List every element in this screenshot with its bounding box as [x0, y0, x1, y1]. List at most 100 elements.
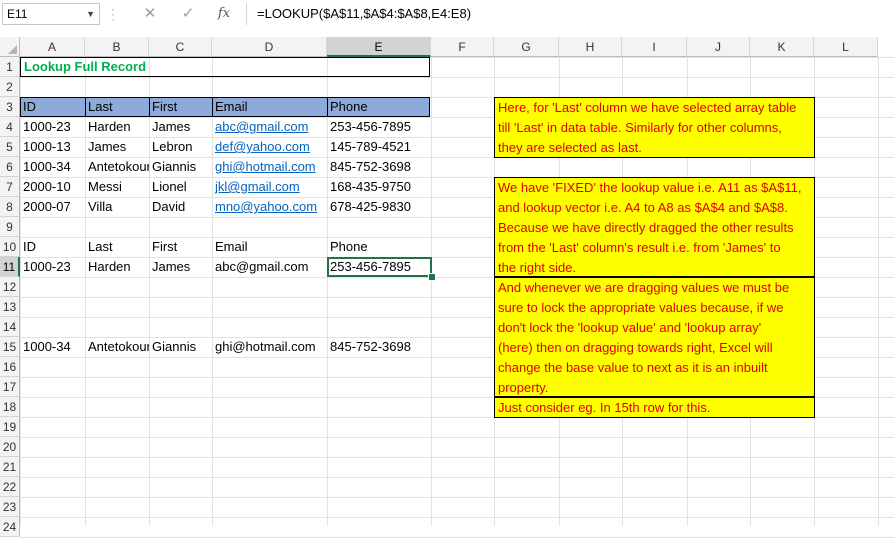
result-cell-last[interactable]: Antetokoun — [85, 337, 149, 357]
note-line: they are selected as last. — [498, 140, 642, 155]
formula-bar: E11 ▼ · · · ✕ ✓ fx =LOOKUP($A$11,$A$4:$A$8… — [0, 0, 894, 31]
table-cell-id[interactable]: 1000-23 — [20, 117, 85, 137]
header-phone[interactable]: Phone — [327, 97, 431, 117]
table-cell-email[interactable]: mno@yahoo.com — [212, 197, 327, 217]
table-cell-email[interactable]: def@yahoo.com — [212, 137, 327, 157]
row-header-14[interactable]: 14 — [0, 317, 20, 337]
note-line: don't lock the 'lookup value' and 'looku… — [498, 320, 762, 335]
header-id[interactable]: ID — [20, 97, 85, 117]
column-header-b[interactable]: B — [85, 37, 149, 57]
row-header-9[interactable]: 9 — [0, 217, 20, 237]
row-header-11[interactable]: 11 — [0, 257, 20, 277]
row-header-17[interactable]: 17 — [0, 377, 20, 397]
result-header-id[interactable]: ID — [20, 237, 85, 257]
row-header-3[interactable]: 3 — [0, 97, 20, 117]
column-header-f[interactable]: F — [431, 37, 494, 57]
note-line: till 'Last' in data table. Similarly for… — [498, 120, 782, 135]
column-header-g[interactable]: G — [494, 37, 559, 57]
result-header-last[interactable]: Last — [85, 237, 149, 257]
column-header-k[interactable]: K — [750, 37, 814, 57]
row-header-19[interactable]: 19 — [0, 417, 20, 437]
result-cell-id[interactable]: 1000-34 — [20, 337, 85, 357]
column-header-i[interactable]: I — [622, 37, 687, 57]
row-header-20[interactable]: 20 — [0, 437, 20, 457]
insert-function-icon[interactable]: fx — [214, 4, 234, 24]
cancel-icon[interactable]: ✕ — [140, 4, 160, 24]
column-header-h[interactable]: H — [559, 37, 622, 57]
result-header-phone[interactable]: Phone — [327, 237, 431, 257]
table-cell-id[interactable]: 2000-10 — [20, 177, 85, 197]
note-box-4: Just consider eg. In 15th row for this. — [494, 397, 815, 418]
table-cell-first[interactable]: James — [149, 117, 212, 137]
column-header-d[interactable]: D — [212, 37, 327, 57]
table-cell-phone[interactable]: 168-435-9750 — [327, 177, 431, 197]
table-cell-email[interactable]: jkl@gmail.com — [212, 177, 327, 197]
result-cell-last[interactable]: Harden — [85, 257, 149, 277]
note-line: and lookup vector i.e. A4 to A8 as $A$4 … — [498, 200, 788, 215]
formula-input[interactable]: =LOOKUP($A$11,$A$4:$A$8,E4:E8) — [246, 3, 892, 25]
row-header-24[interactable]: 24 — [0, 517, 20, 537]
chevron-down-icon[interactable]: ▼ — [86, 4, 95, 24]
enter-icon[interactable]: ✓ — [178, 4, 198, 24]
active-cell-selection[interactable] — [327, 257, 432, 277]
note-line: And whenever we are dragging values we m… — [498, 280, 790, 295]
name-box[interactable]: E11 ▼ — [2, 3, 100, 25]
row-header-6[interactable]: 6 — [0, 157, 20, 177]
result-cell-first[interactable]: James — [149, 257, 212, 277]
table-cell-phone[interactable]: 678-425-9830 — [327, 197, 431, 217]
sheet-title[interactable]: Lookup Full Record — [20, 57, 430, 77]
note-line: from the 'Last' column's result i.e. fro… — [498, 240, 781, 255]
table-cell-last[interactable]: James — [85, 137, 149, 157]
fill-handle[interactable] — [428, 273, 436, 281]
row-header-13[interactable]: 13 — [0, 297, 20, 317]
result-header-first[interactable]: First — [149, 237, 212, 257]
table-cell-first[interactable]: Giannis — [149, 157, 212, 177]
row-header-12[interactable]: 12 — [0, 277, 20, 297]
table-cell-phone[interactable]: 145-789-4521 — [327, 137, 431, 157]
row-header-23[interactable]: 23 — [0, 497, 20, 517]
note-box-3: And whenever we are dragging values we m… — [494, 277, 815, 397]
table-cell-first[interactable]: David — [149, 197, 212, 217]
table-cell-id[interactable]: 2000-07 — [20, 197, 85, 217]
row-header-4[interactable]: 4 — [0, 117, 20, 137]
table-cell-id[interactable]: 1000-13 — [20, 137, 85, 157]
row-header-21[interactable]: 21 — [0, 457, 20, 477]
column-header-e[interactable]: E — [327, 37, 431, 57]
note-box-1: Here, for 'Last' column we have selected… — [494, 97, 815, 158]
result-cell-email[interactable]: abc@gmail.com — [212, 257, 327, 277]
column-header-j[interactable]: J — [687, 37, 750, 57]
row-header-10[interactable]: 10 — [0, 237, 20, 257]
table-cell-first[interactable]: Lionel — [149, 177, 212, 197]
result-cell-email[interactable]: ghi@hotmail.com — [212, 337, 327, 357]
table-cell-email[interactable]: abc@gmail.com — [212, 117, 327, 137]
table-cell-first[interactable]: Lebron — [149, 137, 212, 157]
select-all-button[interactable] — [0, 37, 20, 57]
table-cell-phone[interactable]: 253-456-7895 — [327, 117, 431, 137]
result-cell-first[interactable]: Giannis — [149, 337, 212, 357]
table-cell-last[interactable]: Villa — [85, 197, 149, 217]
row-header-8[interactable]: 8 — [0, 197, 20, 217]
table-cell-id[interactable]: 1000-34 — [20, 157, 85, 177]
table-cell-phone[interactable]: 845-752-3698 — [327, 157, 431, 177]
row-header-15[interactable]: 15 — [0, 337, 20, 357]
result-cell-id[interactable]: 1000-23 — [20, 257, 85, 277]
result-header-email[interactable]: Email — [212, 237, 327, 257]
row-header-2[interactable]: 2 — [0, 77, 20, 97]
header-last[interactable]: Last — [85, 97, 149, 117]
table-cell-last[interactable]: Antetokoun — [85, 157, 149, 177]
header-email[interactable]: Email — [212, 97, 327, 117]
column-header-l[interactable]: L — [814, 37, 878, 57]
table-cell-last[interactable]: Harden — [85, 117, 149, 137]
row-header-16[interactable]: 16 — [0, 357, 20, 377]
column-header-a[interactable]: A — [20, 37, 85, 57]
table-cell-email[interactable]: ghi@hotmail.com — [212, 157, 327, 177]
row-header-5[interactable]: 5 — [0, 137, 20, 157]
header-first[interactable]: First — [149, 97, 212, 117]
column-header-c[interactable]: C — [149, 37, 212, 57]
row-header-22[interactable]: 22 — [0, 477, 20, 497]
row-header-1[interactable]: 1 — [0, 57, 20, 77]
result-cell-phone[interactable]: 845-752-3698 — [327, 337, 431, 357]
row-header-7[interactable]: 7 — [0, 177, 20, 197]
row-header-18[interactable]: 18 — [0, 397, 20, 417]
table-cell-last[interactable]: Messi — [85, 177, 149, 197]
